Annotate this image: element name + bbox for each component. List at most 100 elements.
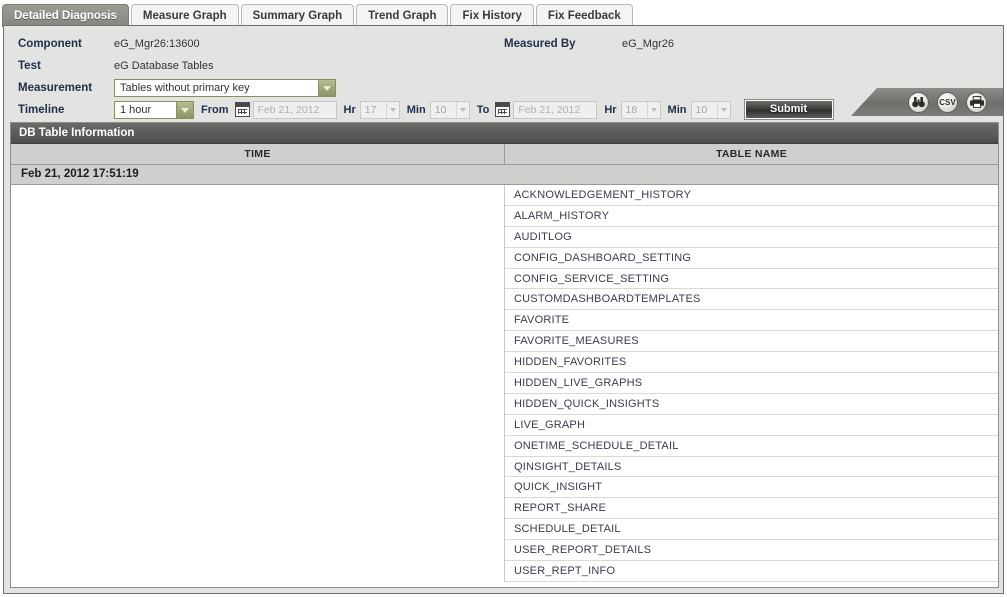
measurement-selected-value: Tables without primary key [120,81,250,94]
to-label: To [476,103,490,116]
from-minute-value: 10 [434,103,447,116]
table-row[interactable]: HIDDEN_FAVORITES [11,351,998,374]
table-row[interactable]: QINSIGHT_DETAILS [11,456,998,478]
from-hr-label: Hr [343,103,356,116]
csv-icon[interactable]: CSV [937,91,958,113]
table-name-cell: ONETIME_SCHEDULE_DETAIL [504,435,998,457]
table-name-cell: HIDDEN_LIVE_GRAPHS [504,372,998,394]
to-minute-select[interactable]: 10 [690,100,731,119]
time-cell [11,184,505,206]
tab-label: Trend Graph [368,10,437,22]
to-minute-value: 10 [695,103,708,116]
test-row: Test eG Database Tables [18,55,1003,76]
timeline-row: Timeline 1 hour From Hr 17 Min 10 [18,99,1003,120]
table-row[interactable]: CUSTOMDASHBOARDTEMPLATES [11,288,998,311]
tab-trend-graph[interactable]: Trend Graph [356,4,449,27]
chevron-down-icon [318,79,335,96]
table-name-cell: HIDDEN_FAVORITES [504,351,998,374]
table-row[interactable]: HIDDEN_LIVE_GRAPHS [11,372,998,394]
tab-fix-history[interactable]: Fix History [450,4,534,27]
time-cell [11,435,505,457]
tab-label: Summary Graph [252,10,343,22]
table-row[interactable]: FAVORITE_MEASURES [11,330,998,353]
table-row[interactable]: USER_REPORT_DETAILS [11,539,998,562]
table-row[interactable]: REPORT_SHARE [11,497,998,520]
tab-detailed-diagnosis[interactable]: Detailed Diagnosis [2,4,129,27]
results-table-header: TIME TABLE NAME [11,144,998,165]
time-cell [11,393,505,415]
measurement-select[interactable]: Tables without primary key [114,78,336,97]
measured-by-row: Measured By eG_Mgr26 [504,33,674,54]
time-cell [11,476,505,498]
tab-measure-graph[interactable]: Measure Graph [130,4,239,27]
detailed-diagnosis-page: Detailed Diagnosis Measure Graph Summary… [0,0,1007,597]
timestamp-value: Feb 21, 2012 17:51:19 [11,164,998,185]
tab-label: Fix Feedback [547,10,621,22]
tab-summary-graph[interactable]: Summary Graph [240,4,355,27]
time-cell [11,518,505,540]
chevron-down-icon [385,101,399,118]
chevron-down-icon [455,101,469,118]
tab-label: Fix History [462,10,522,22]
from-hour-select[interactable]: 17 [359,100,400,119]
criteria-form: Component eG_Mgr26:13600 Test eG Databas… [4,26,1003,120]
timeline-selected-value: 1 hour [120,103,152,116]
table-name-cell: AUDITLOG [504,226,998,248]
time-cell [11,560,505,582]
printer-icon[interactable] [966,91,987,113]
from-minute-select[interactable]: 10 [429,100,470,119]
measured-by-label: Measured By [504,37,576,50]
to-hour-value: 18 [625,103,638,116]
table-header-row: TIME TABLE NAME [11,144,998,165]
table-row[interactable]: AUDITLOG [11,226,998,248]
table-row[interactable]: QUICK_INSIGHT [11,476,998,499]
results-table-body: Feb 21, 2012 17:51:19 ACKNOWLEDGEMENT_HI… [11,164,998,582]
results-table-body-rows: Feb 21, 2012 17:51:19 ACKNOWLEDGEMENT_HI… [11,164,998,582]
table-row[interactable]: FAVORITE [11,309,998,332]
table-name-cell: ACKNOWLEDGEMENT_HISTORY [504,184,998,206]
table-row[interactable]: SCHEDULE_DETAIL [11,518,998,541]
to-date-input[interactable] [513,100,598,119]
time-cell [11,205,505,227]
submit-button[interactable]: Submit [743,99,834,120]
table-name-cell: USER_REPORT_DETAILS [504,539,998,562]
table-name-cell: FAVORITE_MEASURES [504,330,998,353]
table-name-cell: CUSTOMDASHBOARDTEMPLATES [504,288,998,311]
test-label: Test [18,59,41,72]
tab-fix-feedback[interactable]: Fix Feedback [535,4,633,27]
chevron-down-icon [176,101,193,118]
time-cell [11,351,505,373]
component-label: Component [18,37,82,50]
time-cell [11,309,505,331]
measured-by-value: eG_Mgr26 [622,37,674,50]
table-row[interactable]: ONETIME_SCHEDULE_DETAIL [11,435,998,457]
time-cell [11,247,505,269]
from-min-label: Min [406,103,426,116]
to-hour-select[interactable]: 18 [620,100,661,119]
time-cell [11,414,505,436]
table-row[interactable]: ACKNOWLEDGEMENT_HISTORY [11,184,998,206]
table-row[interactable]: ALARM_HISTORY [11,205,998,227]
table-row[interactable]: USER_REPT_INFO [11,560,998,582]
time-cell [11,268,505,289]
table-row[interactable]: CONFIG_DASHBOARD_SETTING [11,247,998,269]
from-date-input[interactable] [252,100,337,119]
calendar-icon[interactable] [495,102,511,117]
table-row[interactable]: LIVE_GRAPH [11,414,998,436]
timeline-select[interactable]: 1 hour [114,100,194,119]
results-scroll-area[interactable]: Feb 21, 2012 17:51:19 ACKNOWLEDGEMENT_HI… [11,164,998,588]
chevron-down-icon [716,101,730,118]
table-row[interactable]: HIDDEN_QUICK_INSIGHTS [11,393,998,415]
table-row[interactable]: CONFIG_SERVICE_SETTING [11,268,998,290]
tab-label: Detailed Diagnosis [14,10,117,22]
table-name-cell: SCHEDULE_DETAIL [504,518,998,541]
table-name-cell: QUICK_INSIGHT [504,476,998,499]
main-panel: Component eG_Mgr26:13600 Test eG Databas… [3,25,1004,594]
column-header-time[interactable]: TIME [11,144,505,165]
column-header-table-name[interactable]: TABLE NAME [504,144,998,165]
table-name-cell: CONFIG_DASHBOARD_SETTING [504,247,998,269]
binoculars-icon[interactable] [908,91,929,113]
calendar-icon[interactable] [234,102,250,117]
section-title: DB Table Information [11,123,998,144]
test-value: eG Database Tables [114,59,214,72]
